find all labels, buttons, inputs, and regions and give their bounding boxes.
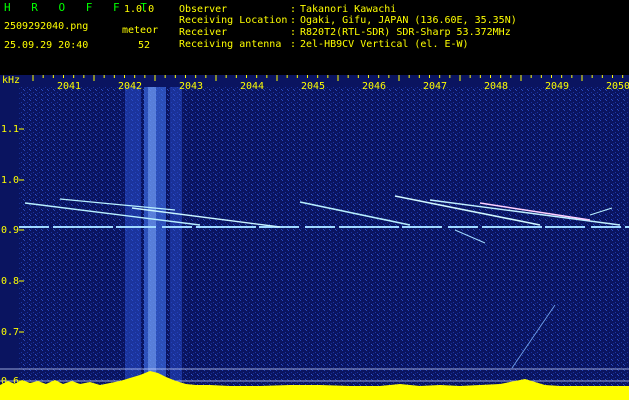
y-tick-label: 0.9: [1, 225, 19, 236]
y-tick-label: 1.0: [1, 175, 19, 186]
x-tick-label: 2046: [362, 81, 386, 92]
x-tick-label: 2048: [484, 81, 508, 92]
hrofft-window: H R O F F T 1.0.0 2509292040.png 25.09.2…: [0, 0, 629, 400]
info-label-antenna: Receiving antenna: [179, 39, 282, 50]
info-label-receiver: Receiver: [179, 27, 228, 38]
filename-label: 2509292040.png: [4, 21, 89, 32]
info-value-location: Ogaki, Gifu, JAPAN (136.60E, 35.35N): [300, 15, 517, 26]
y-unit-label: kHz: [2, 75, 20, 86]
spectrogram: 1.1 1.0 0.9 0.8 0.7 0.6 2041 2042 2043 2044 2045 2…: [0, 75, 629, 400]
y-tick-label: 0.8: [1, 276, 19, 287]
y-tick-label: 0.6: [1, 376, 19, 387]
y-tick-label: 0.7: [1, 327, 19, 338]
meteor-count: 52: [138, 40, 151, 51]
datetime-label: 25.09.29 20:40: [4, 40, 89, 51]
version-label: 1.0.0: [124, 4, 155, 15]
noise-texture: [19, 87, 629, 387]
x-tick-label: 2042: [118, 81, 142, 92]
info-label-location: Receiving Location: [179, 15, 288, 26]
info-value-receiver: R820T2(RTL-SDR) SDR-Sharp 53.372MHz: [300, 27, 511, 38]
meteor-label: meteor: [122, 25, 159, 36]
x-tick-label: 2047: [423, 81, 447, 92]
interference-band: [125, 87, 141, 387]
x-tick-label: 2045: [301, 81, 325, 92]
info-separator: :: [290, 15, 297, 26]
x-tick-label: 2044: [240, 81, 264, 92]
interference-band: [148, 87, 156, 387]
info-value-antenna: 2el-HB9CV Vertical (el. E-W): [300, 39, 469, 50]
x-tick-label: 2043: [179, 81, 203, 92]
x-tick-label: 2041: [57, 81, 81, 92]
info-separator: :: [290, 39, 297, 50]
x-tick-label: 2049: [545, 81, 569, 92]
interference-band: [170, 87, 182, 387]
info-separator: :: [290, 27, 297, 38]
y-tick-label: 1.1: [1, 124, 19, 135]
x-tick-label: 2050: [606, 81, 629, 92]
